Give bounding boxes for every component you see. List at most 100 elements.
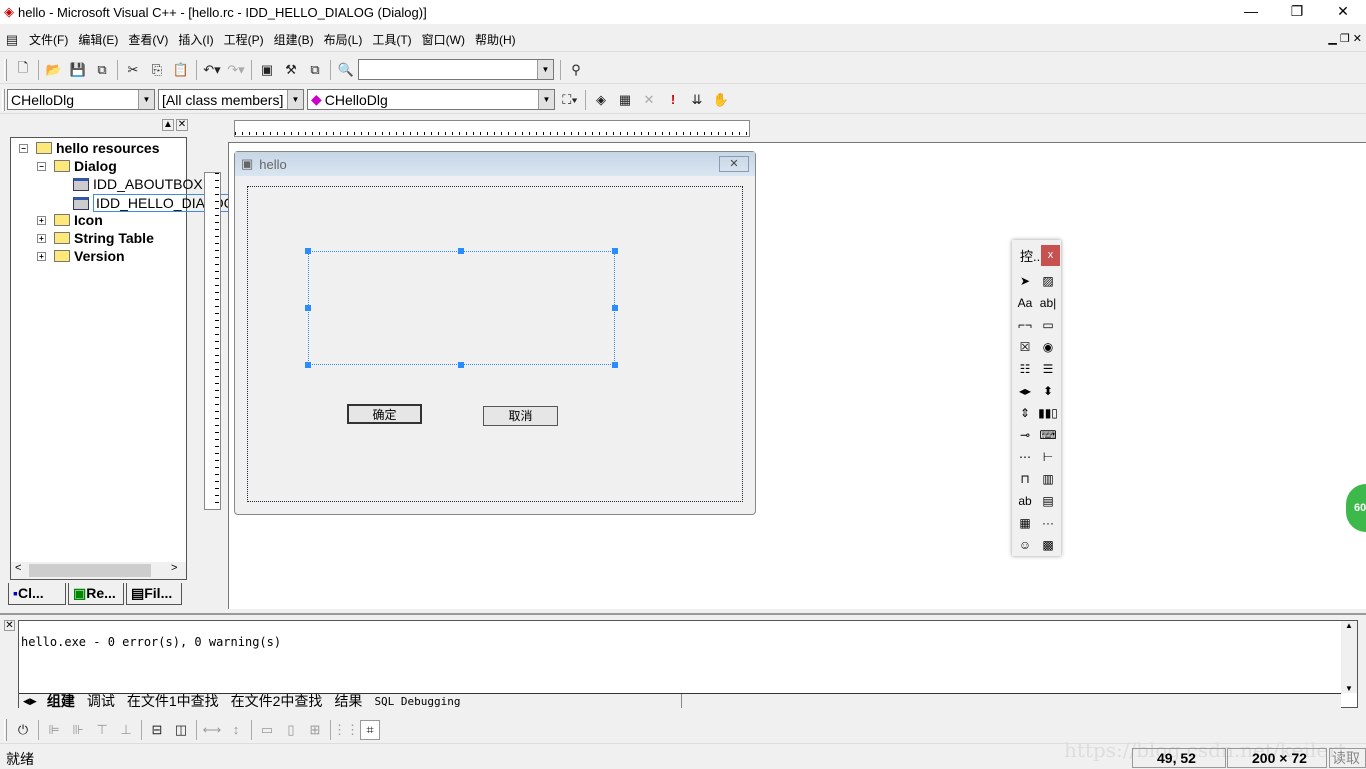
vertical-scrollbar-icon[interactable]: ⬍ xyxy=(1038,382,1058,400)
windows-icon[interactable]: ⧉ xyxy=(305,60,325,80)
mdi-controls[interactable]: ▁ ❐ ✕ xyxy=(1328,32,1362,45)
toggle-grid-icon[interactable]: ⋮⋮ xyxy=(333,720,359,740)
stop-build-icon[interactable]: ✕ xyxy=(639,90,659,110)
tree-item-idd-aboutbox[interactable]: IDD_ABOUTBOX xyxy=(73,176,203,192)
picture-icon[interactable]: ▨ xyxy=(1038,272,1058,290)
space-down-icon[interactable]: ↕ xyxy=(226,720,246,740)
list-box-icon[interactable]: ☰ xyxy=(1038,360,1058,378)
hotkey-icon[interactable]: ⌨ xyxy=(1038,426,1058,444)
tab-build[interactable]: 组建 xyxy=(41,691,81,711)
save-all-icon[interactable]: ⧉ xyxy=(92,60,112,80)
copy-icon[interactable]: ⎘ xyxy=(147,60,167,80)
scroll-up-icon[interactable]: ▲ xyxy=(1341,621,1357,630)
output-close-button[interactable]: ✕ xyxy=(4,620,15,631)
tab-results[interactable]: 结果 xyxy=(328,691,368,711)
expand-icon[interactable]: + xyxy=(37,251,46,261)
horizontal-scrollbar-icon[interactable]: ◂▸ xyxy=(1015,382,1035,400)
tab-find-in-files-1[interactable]: 在文件1中查找 xyxy=(121,691,225,711)
tree-control-icon[interactable]: ⊢ xyxy=(1038,448,1058,466)
progress-icon[interactable]: ▮▮▯ xyxy=(1038,404,1058,422)
tab-classview[interactable]: ▪Cl... xyxy=(8,583,66,605)
menu-build[interactable]: 组建(B) xyxy=(269,31,319,48)
resize-handle[interactable] xyxy=(612,362,618,368)
resize-handle[interactable] xyxy=(458,362,464,368)
cancel-button[interactable]: 取消 xyxy=(483,406,558,426)
check-box-icon[interactable]: ☒ xyxy=(1015,338,1035,356)
group-box-icon[interactable]: ⌐¬ xyxy=(1015,316,1035,334)
same-size-icon[interactable]: ⊞ xyxy=(305,720,325,740)
combo-box-icon[interactable]: ☷ xyxy=(1015,360,1035,378)
resize-handle[interactable] xyxy=(612,305,618,311)
static-text-icon[interactable]: Aa xyxy=(1015,294,1035,312)
menu-insert[interactable]: 插入(I) xyxy=(173,31,218,48)
horizontal-ruler[interactable] xyxy=(234,120,750,137)
resize-handle[interactable] xyxy=(305,362,311,368)
custom-control-icon[interactable]: ☺ xyxy=(1015,536,1035,554)
menu-layout[interactable]: 布局(L) xyxy=(319,31,368,48)
test-dialog-icon[interactable]: ⏻ xyxy=(13,720,33,740)
workspace-icon[interactable]: ▣ xyxy=(257,60,277,80)
chevron-down-icon[interactable]: ▼ xyxy=(538,90,554,109)
toolbar-grip[interactable] xyxy=(4,718,7,741)
vertical-ruler[interactable] xyxy=(204,172,221,510)
open-icon[interactable]: 📂 xyxy=(44,60,64,80)
toolbar-grip[interactable] xyxy=(2,88,5,111)
menu-view[interactable]: 查看(V) xyxy=(123,31,173,48)
expand-icon[interactable]: + xyxy=(37,215,46,225)
menu-help[interactable]: 帮助(H) xyxy=(470,31,521,48)
tree-item-icon[interactable]: + Icon xyxy=(37,212,103,228)
member-combo[interactable]: ◆ CHelloDlg ▼ xyxy=(307,89,555,110)
tree-item-hello-resources[interactable]: − hello resources xyxy=(19,140,160,156)
ok-button[interactable]: 确定 xyxy=(347,404,422,424)
menu-tools[interactable]: 工具(T) xyxy=(367,31,416,48)
menu-file[interactable]: 文件(F) xyxy=(24,31,73,48)
collapse-icon[interactable]: − xyxy=(37,161,46,171)
tab-scroll-arrows[interactable]: ◀▶ xyxy=(19,696,41,707)
button-icon[interactable]: ▭ xyxy=(1038,316,1058,334)
resize-handle[interactable] xyxy=(305,305,311,311)
tab-find-in-files-2[interactable]: 在文件2中查找 xyxy=(225,691,329,711)
expand-icon[interactable]: + xyxy=(37,233,46,243)
scroll-down-icon[interactable]: ▼ xyxy=(1345,684,1353,693)
new-file-icon[interactable]: 🗋 xyxy=(13,60,33,80)
scroll-left-icon[interactable]: < xyxy=(15,562,21,574)
ip-address-icon[interactable]: ··· xyxy=(1038,514,1058,532)
toggle-guides-icon[interactable]: ⌗ xyxy=(360,719,380,740)
tree-item-version[interactable]: + Version xyxy=(37,248,125,264)
build-icon[interactable]: ▦ xyxy=(615,90,635,110)
chevron-down-icon[interactable]: ▼ xyxy=(287,90,303,109)
resize-handle[interactable] xyxy=(305,248,311,254)
go-icon[interactable]: ⇊ xyxy=(687,90,707,110)
breakpoint-hand-icon[interactable]: ✋ xyxy=(711,90,731,110)
paste-icon[interactable]: 📋 xyxy=(171,60,191,80)
menu-project[interactable]: 工程(P) xyxy=(219,31,269,48)
tab-control-icon[interactable]: ⊓ xyxy=(1015,470,1035,488)
chevron-down-icon[interactable]: ▼ xyxy=(537,60,553,79)
date-time-picker-icon[interactable]: ▤ xyxy=(1038,492,1058,510)
animate-icon[interactable]: ▥ xyxy=(1038,470,1058,488)
wizard-action-icon[interactable]: ⛶▾ xyxy=(560,90,580,110)
filter-combo[interactable]: [All class members] ▼ xyxy=(158,89,304,110)
output-icon[interactable]: ⚒ xyxy=(281,60,301,80)
resize-handle[interactable] xyxy=(458,248,464,254)
output-vertical-scrollbar[interactable]: ▲ ▼ xyxy=(1341,621,1357,693)
spin-icon[interactable]: ⇕ xyxy=(1015,404,1035,422)
scroll-right-icon[interactable]: > xyxy=(171,562,177,574)
output-horizontal-scrollbar[interactable] xyxy=(681,694,1337,708)
align-top-icon[interactable]: ⊤ xyxy=(92,720,112,740)
center-horizontal-icon[interactable]: ◫ xyxy=(171,720,191,740)
maximize-button[interactable]: ❐ xyxy=(1274,0,1320,24)
palette-close-button[interactable]: x xyxy=(1041,245,1060,266)
collapse-icon[interactable]: − xyxy=(19,143,28,153)
center-vertical-icon[interactable]: ⊟ xyxy=(147,720,167,740)
tab-debug[interactable]: 调试 xyxy=(81,691,121,711)
edit-box-icon[interactable]: ab| xyxy=(1038,294,1058,312)
save-icon[interactable]: 💾 xyxy=(68,60,88,80)
redo-icon[interactable]: ↷▾ xyxy=(226,60,246,80)
toolbar-grip[interactable] xyxy=(4,58,7,81)
extended-combo-icon[interactable]: ▩ xyxy=(1038,536,1058,554)
tree-item-dialog[interactable]: − Dialog xyxy=(37,158,117,174)
tree-horizontal-scrollbar[interactable]: < > xyxy=(11,562,186,579)
find-in-files-icon[interactable]: 🔍 xyxy=(336,60,356,80)
same-width-icon[interactable]: ▭ xyxy=(257,720,277,740)
